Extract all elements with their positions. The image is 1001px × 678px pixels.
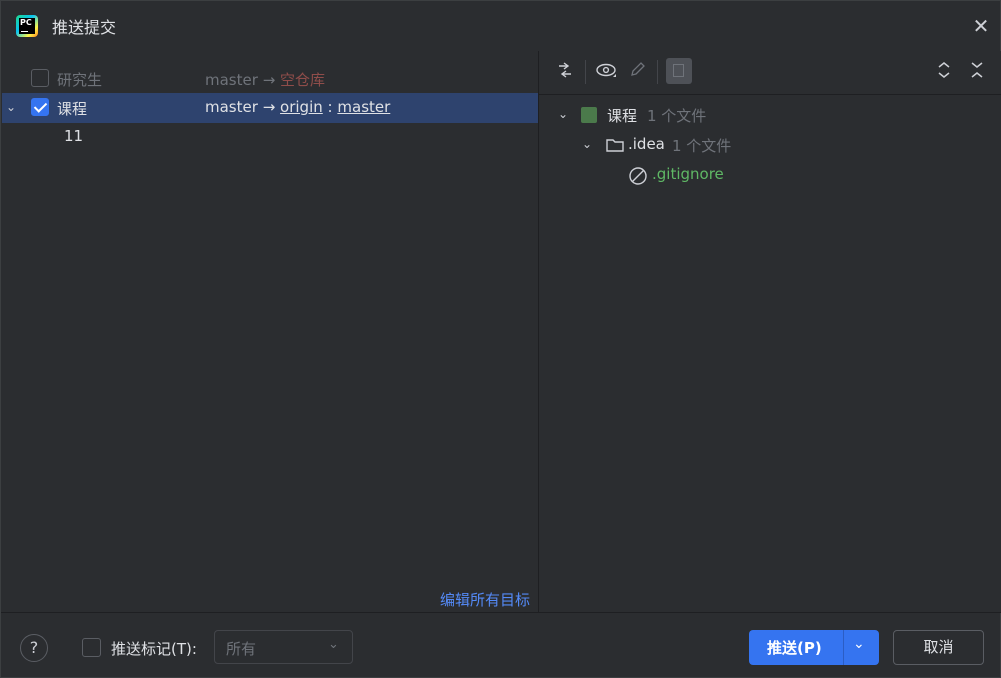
changes-panel: ⌄ 课程 1 个文件 ⌄ .idea 1 个文件 .gitignore — [539, 51, 1001, 612]
help-button[interactable]: ? — [20, 634, 48, 662]
pencil-icon[interactable] — [626, 60, 650, 84]
pycharm-logo-text: PC — [19, 18, 35, 34]
tree-node-label: 课程 — [607, 107, 638, 125]
push-target: master → 空仓库 — [205, 69, 325, 90]
remote-name-link[interactable]: origin — [280, 98, 323, 116]
module-icon — [581, 107, 597, 123]
commits-panel: 研究生 master → 空仓库 ⌄ 课程 master → origin : … — [2, 51, 538, 612]
tree-node-repo[interactable]: ⌄ 课程 1 个文件 — [539, 104, 839, 128]
repo-row-graduate[interactable]: 研究生 master → 空仓库 — [2, 64, 538, 94]
remote-branch-link[interactable]: master — [337, 98, 390, 116]
dialog-title: 推送提交 — [52, 18, 117, 37]
arrow: → — [262, 71, 276, 89]
cancel-button[interactable]: 取消 — [893, 630, 984, 665]
repo-checkbox-course[interactable] — [31, 98, 49, 116]
title-bar: PC 推送提交 ✕ — [1, 1, 1001, 51]
changes-toolbar — [539, 51, 1001, 95]
folder-icon — [605, 136, 625, 158]
empty-repo-target[interactable]: 空仓库 — [280, 71, 325, 89]
source-branch: master — [205, 71, 258, 89]
tree-node-label: .idea — [628, 135, 665, 153]
push-target: master → origin : master — [205, 98, 390, 116]
source-branch: master — [205, 98, 258, 116]
bottom-divider — [1, 612, 1001, 613]
file-count: 1 个文件 — [647, 107, 707, 125]
repo-row-course[interactable]: ⌄ 课程 master → origin : master — [2, 93, 538, 123]
push-button-label: 推送(P) — [767, 639, 822, 657]
collapse-all-icon[interactable] — [965, 60, 989, 84]
push-button[interactable]: 推送(P) ⌄ — [749, 630, 879, 665]
separator: : — [327, 98, 333, 116]
expand-all-icon[interactable] — [932, 60, 956, 84]
chevron-down-icon[interactable]: ⌄ — [558, 107, 568, 121]
pycharm-logo-icon: PC — [16, 15, 38, 37]
toolbar-separator — [657, 60, 658, 84]
chevron-down-icon: ⌄ — [328, 637, 339, 652]
push-commits-dialog: PC 推送提交 ✕ 研究生 master → 空仓库 ⌄ 课程 master →… — [0, 0, 1001, 678]
edit-all-targets-link[interactable]: 编辑所有目标 — [440, 589, 530, 610]
file-count: 1 个文件 — [672, 137, 732, 155]
repo-checkbox-graduate[interactable] — [31, 69, 49, 87]
split-separator — [843, 630, 844, 665]
toolbar-separator — [585, 60, 586, 84]
ignored-file-icon — [628, 166, 648, 190]
tags-select-value: 所有 — [226, 640, 257, 658]
chevron-down-icon[interactable]: ⌄ — [582, 137, 592, 151]
push-tags-checkbox[interactable] — [82, 638, 101, 657]
chevron-down-icon[interactable]: ⌄ — [6, 100, 20, 114]
compare-arrows-icon[interactable] — [553, 60, 577, 84]
file-name: .gitignore — [652, 165, 724, 183]
chevron-down-icon[interactable]: ⌄ — [853, 636, 865, 652]
tree-node-folder[interactable]: ⌄ .idea 1 个文件 — [539, 134, 839, 158]
eye-icon[interactable] — [594, 60, 618, 84]
commit-item[interactable]: 11 — [64, 127, 83, 145]
push-tags-label: 推送标记(T): — [111, 640, 197, 658]
tags-select[interactable]: 所有 ⌄ — [214, 630, 353, 664]
group-by-icon[interactable] — [666, 58, 692, 84]
repo-name: 研究生 — [57, 71, 103, 89]
tree-node-file[interactable]: .gitignore — [539, 164, 839, 188]
repo-name: 课程 — [57, 100, 88, 118]
close-icon[interactable]: ✕ — [969, 14, 993, 38]
arrow: → — [262, 98, 276, 116]
